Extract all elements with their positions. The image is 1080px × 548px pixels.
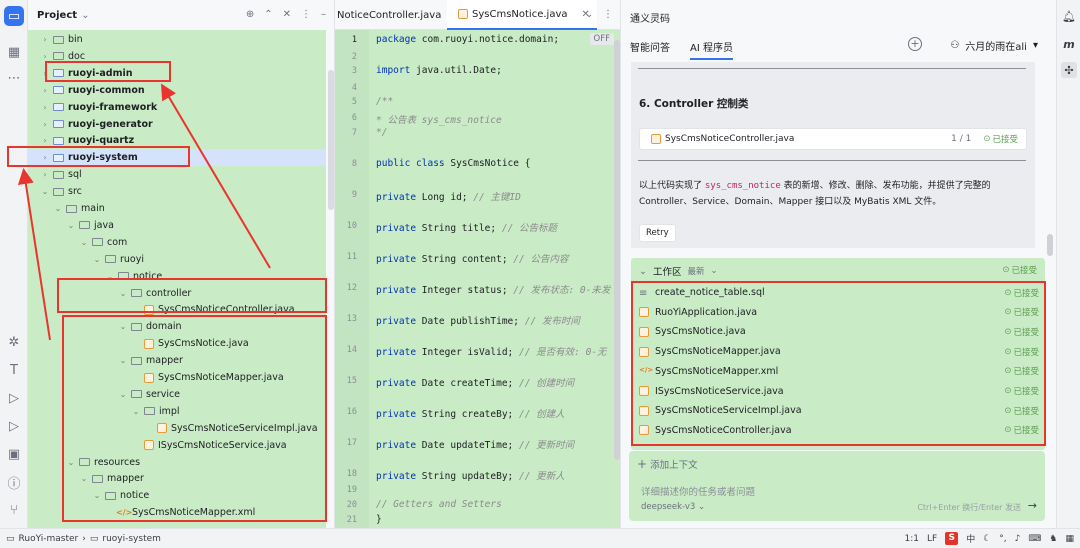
arrow-to-admin: [160, 83, 271, 269]
arrow-to-system: [17, 168, 51, 341]
annotation-arrows: [17, 83, 271, 341]
